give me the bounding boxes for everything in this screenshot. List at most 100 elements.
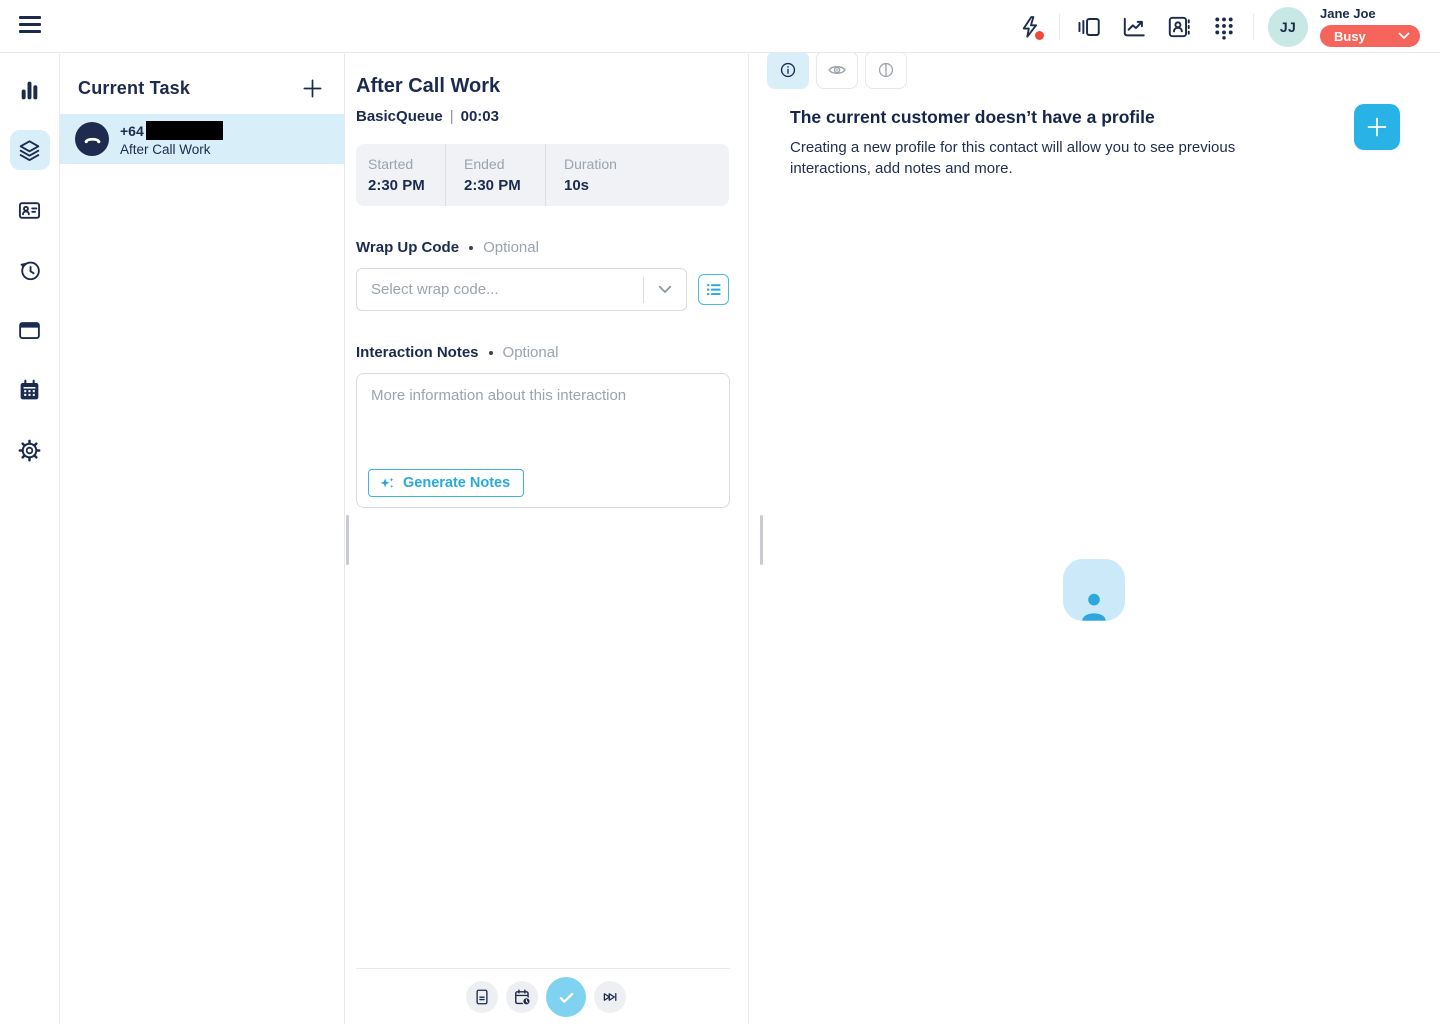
split-circle-icon	[877, 61, 895, 79]
wrap-up-list-button[interactable]	[698, 274, 729, 305]
footer-divider	[356, 968, 730, 969]
history-icon	[17, 258, 42, 283]
top-header: JJ Jane Joe Busy	[0, 0, 1440, 53]
acw-action-bar	[345, 977, 747, 1017]
layers-icon	[17, 138, 42, 163]
bullet-dot	[469, 246, 473, 250]
summary-value-ended: 2:30 PM	[464, 177, 545, 194]
customer-profile-panel: The current customer doesn’t have a prof…	[749, 54, 1440, 1024]
queue-timer-separator: |	[450, 108, 454, 125]
metrics-button[interactable]	[1119, 12, 1149, 42]
summary-label-started: Started	[368, 156, 445, 172]
wrap-up-optional-label: Optional	[483, 239, 539, 256]
tab-info[interactable]	[767, 51, 809, 89]
no-profile-message: The current customer doesn’t have a prof…	[790, 107, 1270, 179]
status-dropdown-button[interactable]: Busy	[1320, 25, 1420, 47]
contacts-button[interactable]	[1164, 12, 1194, 42]
status-label: Busy	[1334, 29, 1366, 44]
schedule-callback-button[interactable]	[506, 981, 538, 1013]
header-divider	[1059, 14, 1060, 40]
bullet-dot	[489, 351, 493, 355]
user-block: Jane Joe Busy	[1320, 6, 1420, 47]
acw-timer: 00:03	[461, 108, 499, 125]
notification-dot	[1035, 31, 1044, 40]
queue-name: BasicQueue	[356, 108, 443, 125]
wrap-up-code-label: Wrap Up Code	[356, 239, 459, 256]
person-icon	[1077, 589, 1111, 621]
bullet-list-icon	[705, 281, 722, 298]
skip-end-icon	[601, 988, 619, 1006]
line-chart-icon	[1121, 14, 1147, 40]
sidebar-item-browser[interactable]	[10, 310, 50, 350]
workspace-icons	[1074, 12, 1239, 42]
user-avatar[interactable]: JJ	[1268, 7, 1308, 47]
contact-card-icon	[17, 198, 42, 223]
panels-icon	[1076, 14, 1102, 40]
calendar-icon	[17, 378, 42, 403]
settings-gear-icon	[17, 438, 42, 463]
chevron-down-icon	[1398, 32, 1410, 40]
sidebar-item-tasks[interactable]	[10, 130, 50, 170]
plus-icon	[1365, 115, 1389, 139]
header-divider	[1253, 14, 1254, 40]
bar-chart-icon	[17, 78, 42, 103]
sidebar-item-history[interactable]	[10, 250, 50, 290]
info-circle-icon	[779, 61, 797, 79]
profile-tabs	[749, 51, 1440, 89]
after-call-work-panel: After Call Work BasicQueue | 00:03 Started…	[345, 54, 749, 1024]
tab-insights[interactable]	[865, 51, 907, 89]
scrollbar-thumb[interactable]	[760, 515, 763, 565]
wrap-up-code-select[interactable]: Select wrap code...	[356, 268, 687, 311]
interaction-notes-field: Generate Notes	[356, 373, 730, 508]
scrollbar-thumb[interactable]	[346, 515, 349, 565]
check-icon	[556, 987, 577, 1008]
summary-value-started: 2:30 PM	[368, 177, 445, 194]
calendar-clock-icon	[513, 988, 532, 1007]
complete-task-button[interactable]	[546, 977, 586, 1017]
wrap-up-code-placeholder: Select wrap code...	[357, 281, 643, 298]
header-actions: JJ Jane Joe Busy	[1015, 0, 1420, 53]
user-name: Jane Joe	[1320, 6, 1376, 21]
tab-preview[interactable]	[816, 51, 858, 89]
profile-avatar-placeholder	[1063, 559, 1125, 621]
interaction-notes-label: Interaction Notes	[356, 344, 479, 361]
dialpad-icon	[1211, 14, 1237, 40]
acw-queue-timer: BasicQueue | 00:03	[356, 108, 729, 125]
browser-window-icon	[17, 318, 42, 343]
contacts-book-icon	[1166, 14, 1192, 40]
sidebar-item-contacts[interactable]	[10, 190, 50, 230]
chevron-down-icon	[644, 285, 686, 294]
no-profile-description: Creating a new profile for this contact …	[790, 137, 1265, 179]
create-profile-button[interactable]	[1354, 104, 1400, 150]
summary-value-duration: 10s	[564, 177, 729, 194]
acw-title: After Call Work	[356, 75, 729, 98]
left-icon-rail	[0, 54, 60, 1024]
sidebar-item-settings[interactable]	[10, 430, 50, 470]
summary-label-duration: Duration	[564, 156, 729, 172]
current-task-panel: Current Task +64 After Call Work	[60, 54, 345, 1024]
eye-icon	[827, 60, 847, 80]
skip-task-button[interactable]	[594, 981, 626, 1013]
dialpad-button[interactable]	[1209, 12, 1239, 42]
phone-end-icon	[75, 122, 109, 156]
call-summary-card: Started 2:30 PM Ended 2:30 PM Duration 1…	[356, 144, 729, 206]
notes-document-button[interactable]	[466, 981, 498, 1013]
panels-button[interactable]	[1074, 12, 1104, 42]
redacted-phone-number	[146, 121, 223, 140]
document-icon	[473, 988, 491, 1006]
flash-notifications-button[interactable]	[1015, 12, 1045, 42]
interaction-notes-optional-label: Optional	[503, 344, 559, 361]
no-profile-title: The current customer doesn’t have a prof…	[790, 107, 1270, 128]
task-phone-number: +64	[120, 123, 144, 139]
add-task-button[interactable]	[301, 77, 324, 100]
generate-notes-label: Generate Notes	[403, 475, 510, 491]
current-task-title: Current Task	[78, 78, 190, 99]
summary-label-ended: Ended	[464, 156, 545, 172]
sidebar-item-calendar[interactable]	[10, 370, 50, 410]
task-list-item[interactable]: +64 After Call Work	[60, 114, 344, 164]
generate-notes-button[interactable]: Generate Notes	[368, 469, 524, 497]
task-status-label: After Call Work	[120, 142, 223, 157]
sidebar-item-metrics[interactable]	[10, 70, 50, 110]
hamburger-menu-icon[interactable]	[19, 16, 41, 37]
sparkle-icon	[379, 475, 396, 492]
